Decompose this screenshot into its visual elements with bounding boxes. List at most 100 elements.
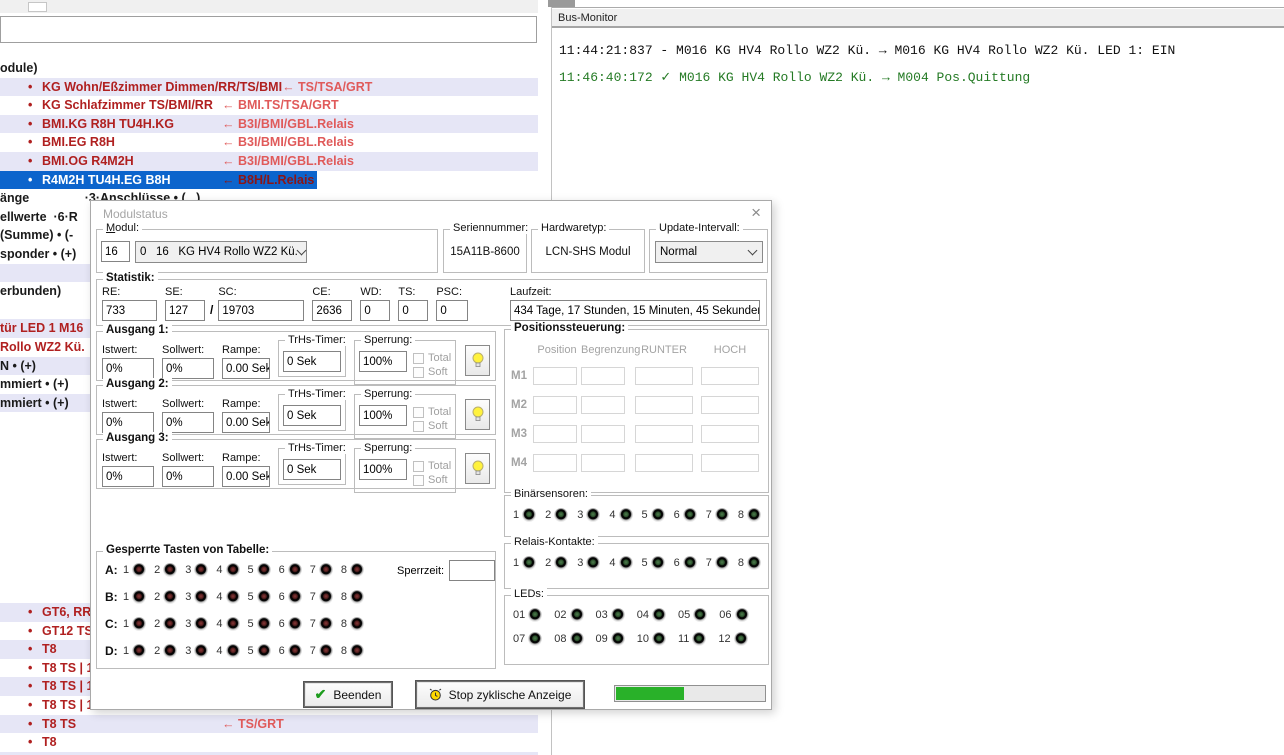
taste-item: 3 (185, 590, 208, 604)
row-a-label: A: (105, 563, 123, 577)
laufzeit-value[interactable]: 434 Tage, 17 Stunden, 15 Minuten, 45 Sek… (510, 300, 760, 321)
led-indicator (693, 608, 707, 622)
bullet-icon: • (28, 733, 42, 752)
trhs-value[interactable]: 0 Sek (283, 351, 341, 372)
istwert-value[interactable]: 0% (102, 466, 154, 487)
sollwert-value[interactable]: 0% (162, 412, 214, 433)
trhs-value[interactable]: 0 Sek (283, 459, 341, 480)
tree-row-content: odule) (0, 59, 180, 78)
m4-hoch-field[interactable] (701, 454, 759, 472)
tree-row[interactable]: • BMI.EG R8H ← B3I/BMI/GBL.Relais (0, 133, 538, 152)
soft-checkbox[interactable] (413, 367, 424, 378)
taste-item: 3 (185, 617, 208, 631)
taste-item: 6 (279, 644, 302, 658)
led-item: 03 (596, 608, 625, 622)
tree-row[interactable]: • BMI.KG R8H TU4H.KG ← B3I/BMI/GBL.Relai… (0, 115, 538, 134)
sensor-led-indicator (715, 508, 729, 522)
module-number-input[interactable]: 16 (101, 241, 130, 262)
ausgang-1-label: Ausgang 1: (103, 324, 172, 336)
led-indicator (611, 632, 625, 646)
tree-row[interactable]: odule) (0, 59, 538, 78)
m2-position-field[interactable] (533, 396, 577, 414)
total-checkbox[interactable] (413, 407, 424, 418)
tree-row[interactable]: • BMI.OG R4M2H ← B3I/BMI/GBL.Relais (0, 152, 538, 171)
istwert-value[interactable]: 0% (102, 412, 154, 433)
total-checkbox[interactable] (413, 461, 424, 472)
taste-led-indicator (132, 644, 146, 658)
rampe-value[interactable]: 0.00 Sek (222, 466, 270, 487)
stat-wd-label: WD: (360, 286, 390, 298)
tree-row[interactable]: • R4M2H TU4H.EG B8H ← B8H/L.Relais (0, 171, 538, 190)
m4-position-field[interactable] (533, 454, 577, 472)
led-number: 09 (596, 633, 608, 645)
update-intervall-select[interactable]: Normal (655, 241, 763, 263)
tree-row[interactable]: • T8 (0, 733, 538, 752)
output-3-lamp-button[interactable] (465, 453, 490, 484)
taste-item: 8 (341, 563, 364, 577)
col-hoch: HOCH (699, 344, 761, 356)
taste-item: 4 (216, 563, 239, 577)
total-checkbox[interactable] (413, 353, 424, 364)
led-item: 08 (554, 632, 583, 646)
m1-hoch-field[interactable] (701, 367, 759, 385)
total-label: Total (428, 352, 451, 364)
module-select[interactable]: 0 16 KG HV4 Rollo WZ2 Kü. (135, 241, 307, 263)
beenden-button[interactable]: ✔ Beenden (304, 682, 392, 707)
output-2-lamp-button[interactable] (465, 399, 490, 430)
splitter-grip[interactable] (548, 0, 575, 7)
sollwert-value[interactable]: 0% (162, 358, 214, 379)
taste-item: 7 (310, 617, 333, 631)
stat-ts-value[interactable]: 0 (398, 300, 428, 321)
m3-runter-field[interactable] (635, 425, 693, 443)
trhs-value[interactable]: 0 Sek (283, 405, 341, 426)
tree-row[interactable]: • KG Schlafzimmer TS/BMI/RR ← BMI.TS/TSA… (0, 96, 538, 115)
relais-number: 7 (706, 557, 712, 569)
stat-re-value[interactable]: 733 (102, 300, 157, 321)
m4-begrenzung-field[interactable] (581, 454, 625, 472)
stat-psc-value[interactable]: 0 (436, 300, 468, 321)
m3-hoch-field[interactable] (701, 425, 759, 443)
rampe-value[interactable]: 0.00 Sek (222, 412, 270, 433)
motor-row-m4: M4 (511, 454, 764, 472)
sperrzeit-input[interactable] (449, 560, 495, 581)
taste-number: 7 (310, 618, 316, 630)
m3-begrenzung-field[interactable] (581, 425, 625, 443)
stat-se-value[interactable]: 127 (165, 300, 205, 321)
stat-sc-value[interactable]: 19703 (218, 300, 304, 321)
stat-ce-value[interactable]: 2636 (312, 300, 352, 321)
sperrung-value[interactable]: 100% (359, 351, 407, 372)
taste-led-indicator (257, 644, 271, 658)
sperrung-value[interactable]: 100% (359, 405, 407, 426)
m2-begrenzung-field[interactable] (581, 396, 625, 414)
sollwert-value[interactable]: 0% (162, 466, 214, 487)
sperrung-value[interactable]: 100% (359, 459, 407, 480)
taste-led-indicator (194, 590, 208, 604)
istwert-value[interactable]: 0% (102, 358, 154, 379)
stat-sc: SC:19703 (218, 286, 304, 321)
m1-runter-field[interactable] (635, 367, 693, 385)
close-icon[interactable]: × (751, 203, 761, 223)
log-line: 11:44:21:837 - M016 KG HV4 Rollo WZ2 Kü.… (559, 43, 1284, 70)
tree-row[interactable]: • KG Wohn/Eßzimmer Dimmen/RR/TS/BMI ← TS… (0, 78, 538, 97)
m1-begrenzung-field[interactable] (581, 367, 625, 385)
output-1-lamp-button[interactable] (465, 345, 490, 376)
m2-runter-field[interactable] (635, 396, 693, 414)
sperrung-box: Sperrung:100% TotalSoft (354, 394, 456, 439)
stop-cyclic-display-button[interactable]: Stop zyklische Anzeige (416, 681, 584, 708)
taste-led-indicator (226, 644, 240, 658)
taste-led-indicator (257, 617, 271, 631)
m4-runter-field[interactable] (635, 454, 693, 472)
stat-wd-value[interactable]: 0 (360, 300, 390, 321)
m2-hoch-field[interactable] (701, 396, 759, 414)
filter-input[interactable] (0, 16, 537, 43)
relais-led-indicator (522, 556, 536, 570)
m3-position-field[interactable] (533, 425, 577, 443)
rampe-value[interactable]: 0.00 Sek (222, 358, 270, 379)
m1-position-field[interactable] (533, 367, 577, 385)
total-label: Total (428, 460, 451, 472)
soft-checkbox[interactable] (413, 475, 424, 486)
soft-checkbox[interactable] (413, 421, 424, 432)
tree-row[interactable]: • T8 TS ← TS/GRT (0, 715, 538, 734)
sensor-number: 2 (545, 509, 551, 521)
taste-led-indicator (350, 617, 364, 631)
